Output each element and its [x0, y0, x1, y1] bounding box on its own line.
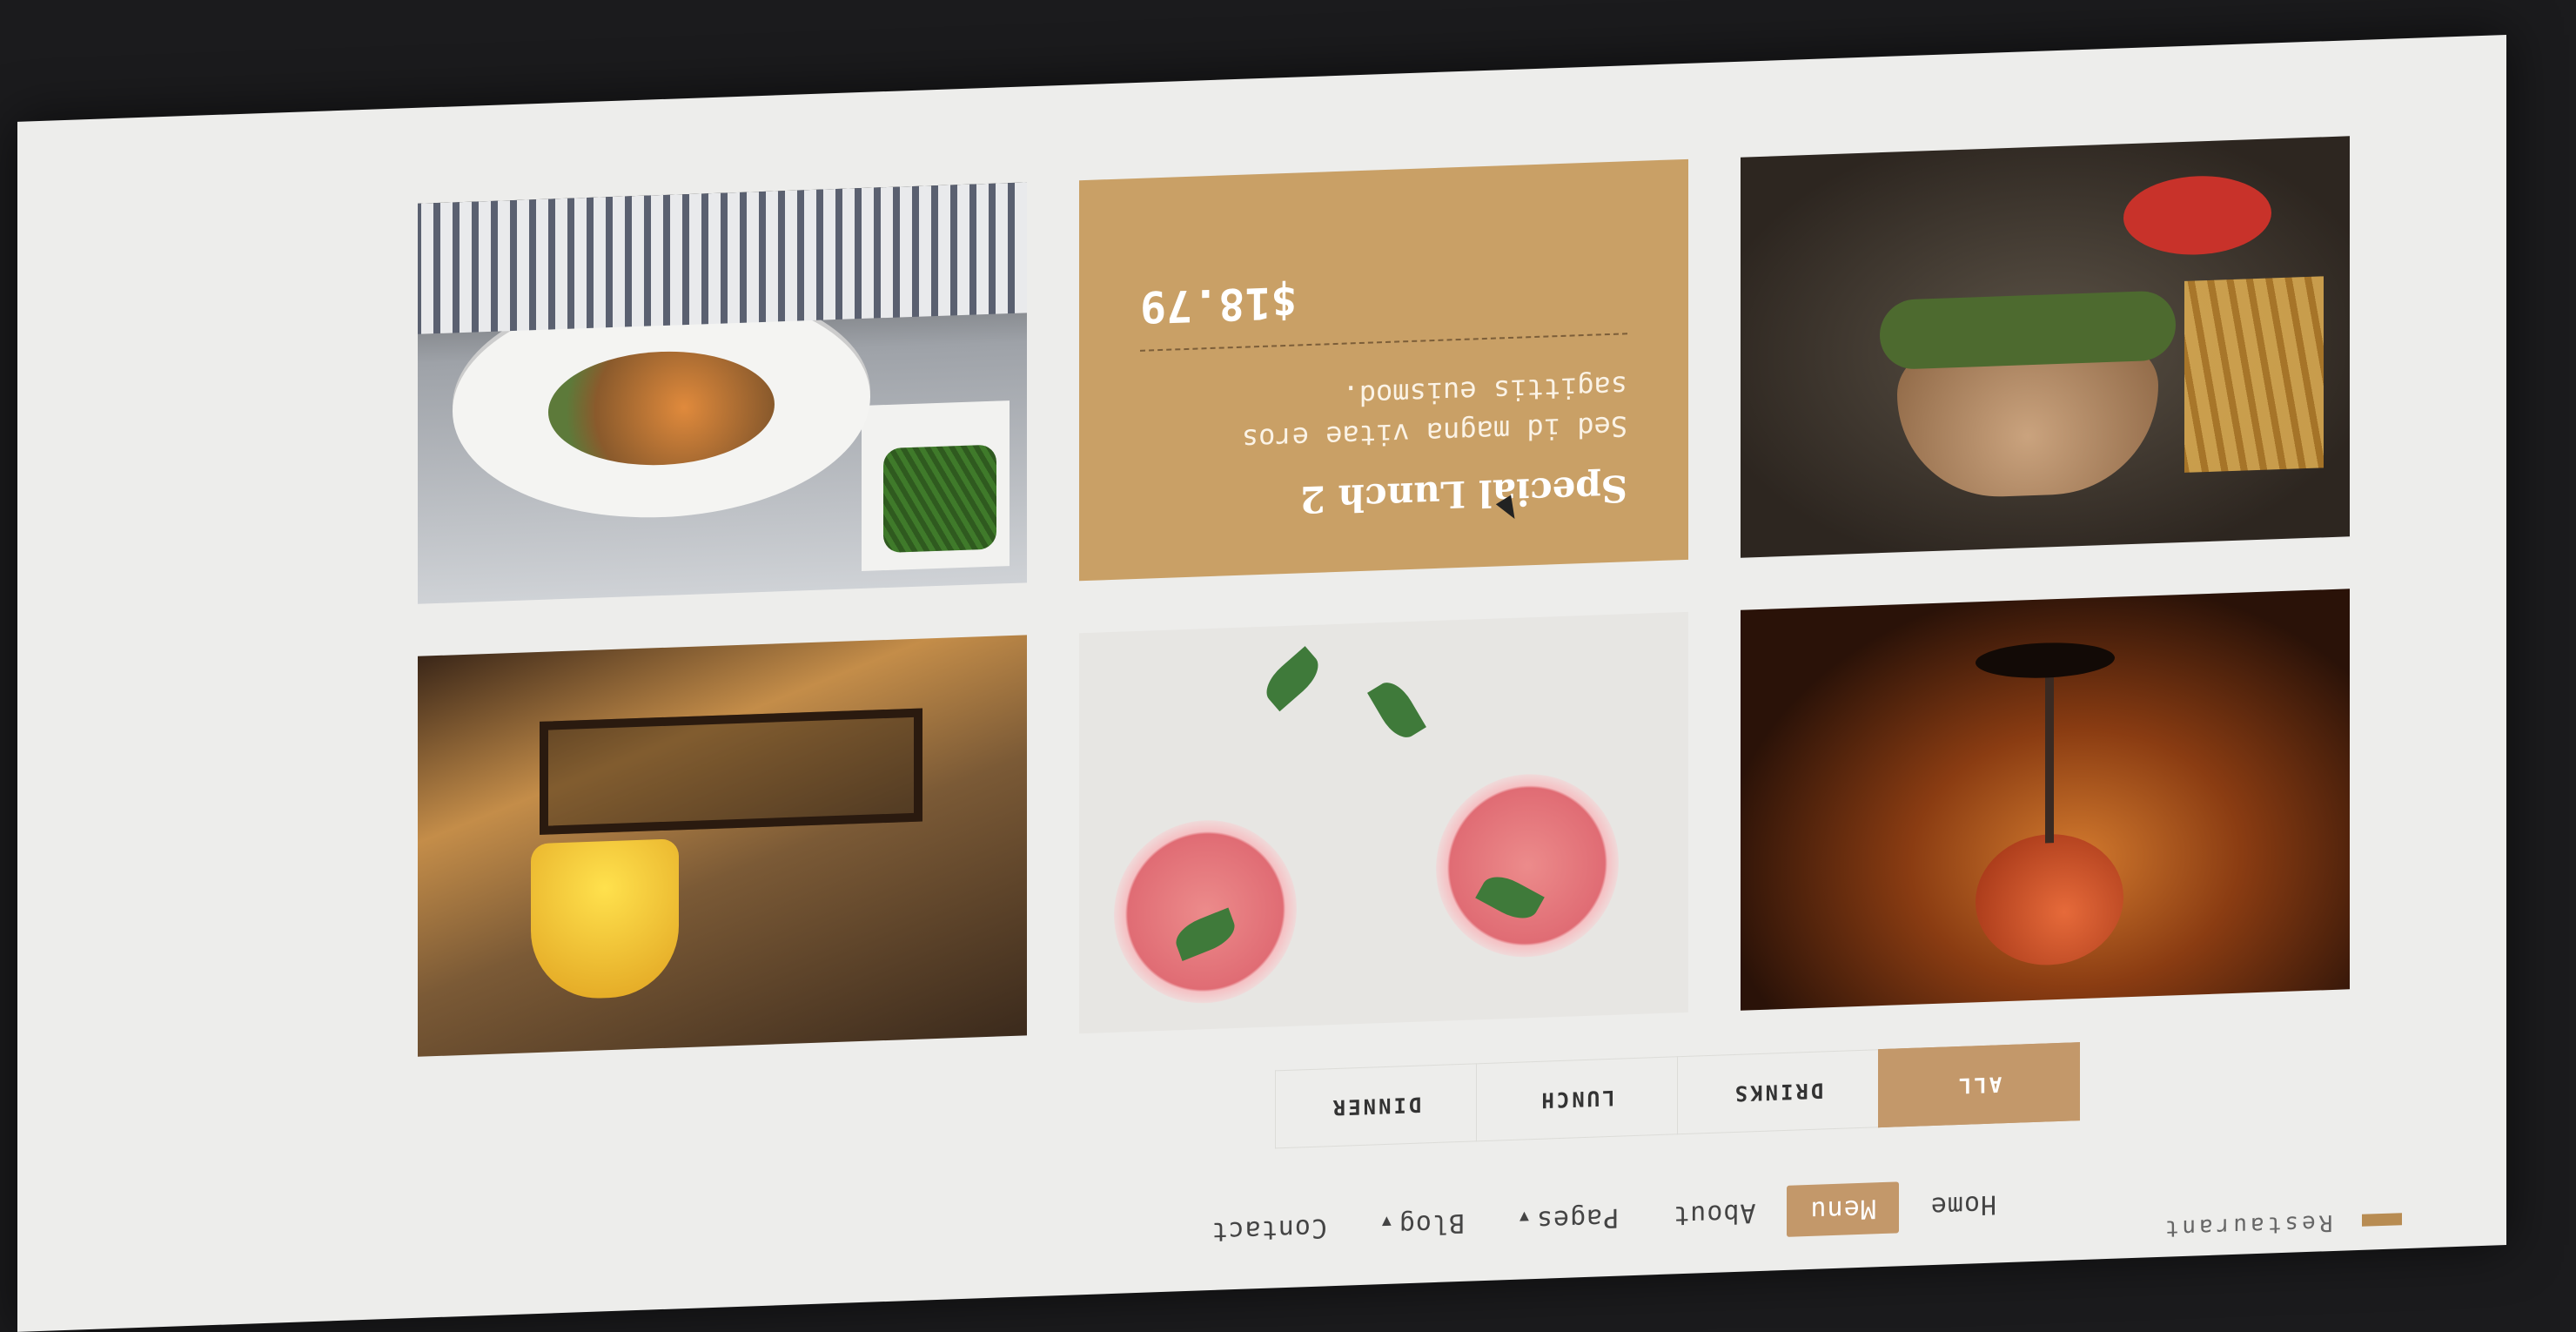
nav-pages[interactable]: Pages ▼ [1496, 1191, 1641, 1248]
brand-name: Restaurant [2161, 1208, 2333, 1241]
glass-stem [2045, 669, 2054, 844]
brand-mark-icon [2362, 1213, 2402, 1228]
nav-about[interactable]: About [1650, 1186, 1778, 1241]
cocktail-glass [1976, 831, 2123, 968]
striped-shirt [418, 182, 1027, 334]
green-beans [883, 444, 996, 554]
nav-menu[interactable]: Menu [1787, 1181, 1899, 1237]
menu-photo-burger[interactable] [1741, 136, 2350, 558]
caret-down-icon: ▼ [1380, 1212, 1392, 1232]
mint-leaf [1258, 646, 1327, 712]
nav-pages-label: Pages [1535, 1201, 1620, 1235]
nav-home[interactable]: Home [1908, 1178, 2019, 1233]
special-description: Sed id magna vitae eros sagittis euismod… [1241, 369, 1627, 456]
fries [2184, 276, 2324, 473]
photographed-screen: Restaurant Home Menu About Pages ▼ Blog ▼ … [0, 0, 2576, 1332]
mint-leaf [1367, 675, 1426, 745]
special-title: Special Lunch 2 [1299, 467, 1627, 521]
main-nav: Home Menu About Pages ▼ Blog ▼ Contact [1189, 1178, 2020, 1258]
special-lunch-card[interactable]: Special Lunch 2 Sed id magna vitae eros … [1079, 158, 1688, 582]
glass-base [1976, 640, 2115, 681]
filter-drinks[interactable]: DRINKS [1677, 1049, 1878, 1135]
filter-dinner[interactable]: DINNER [1275, 1063, 1476, 1149]
nav-blog[interactable]: Blog ▼ [1358, 1196, 1487, 1252]
nav-blog-label: Blog [1398, 1207, 1466, 1241]
menu-page: Restaurant Home Menu About Pages ▼ Blog ▼ … [17, 35, 2506, 1332]
filter-all[interactable]: ALL [1878, 1042, 2080, 1128]
lamp-shade [531, 838, 679, 1001]
menu-filter-tabs: ALL DRINKS LUNCH DINNER [1275, 1042, 2080, 1149]
ceiling-fixture [540, 708, 922, 835]
nav-contact[interactable]: Contact [1189, 1201, 1350, 1257]
dashed-divider [1140, 333, 1627, 352]
menu-photo-drinks[interactable] [1079, 611, 1688, 1034]
drink-glass [1436, 770, 1619, 960]
tomato-slice [2123, 173, 2271, 258]
burger-greens [1880, 290, 2176, 371]
filter-lunch[interactable]: LUNCH [1476, 1056, 1677, 1142]
menu-photo-cocktail[interactable] [1741, 589, 2350, 1011]
menu-photo-salmon-plate[interactable] [418, 182, 1027, 604]
menu-photo-lamp[interactable] [418, 635, 1027, 1057]
special-price: $18.79 [1140, 276, 1298, 333]
brand-logo[interactable]: Restaurant [2162, 1207, 2402, 1241]
drink-glass [1114, 817, 1297, 1006]
caret-down-icon: ▼ [1519, 1208, 1529, 1227]
